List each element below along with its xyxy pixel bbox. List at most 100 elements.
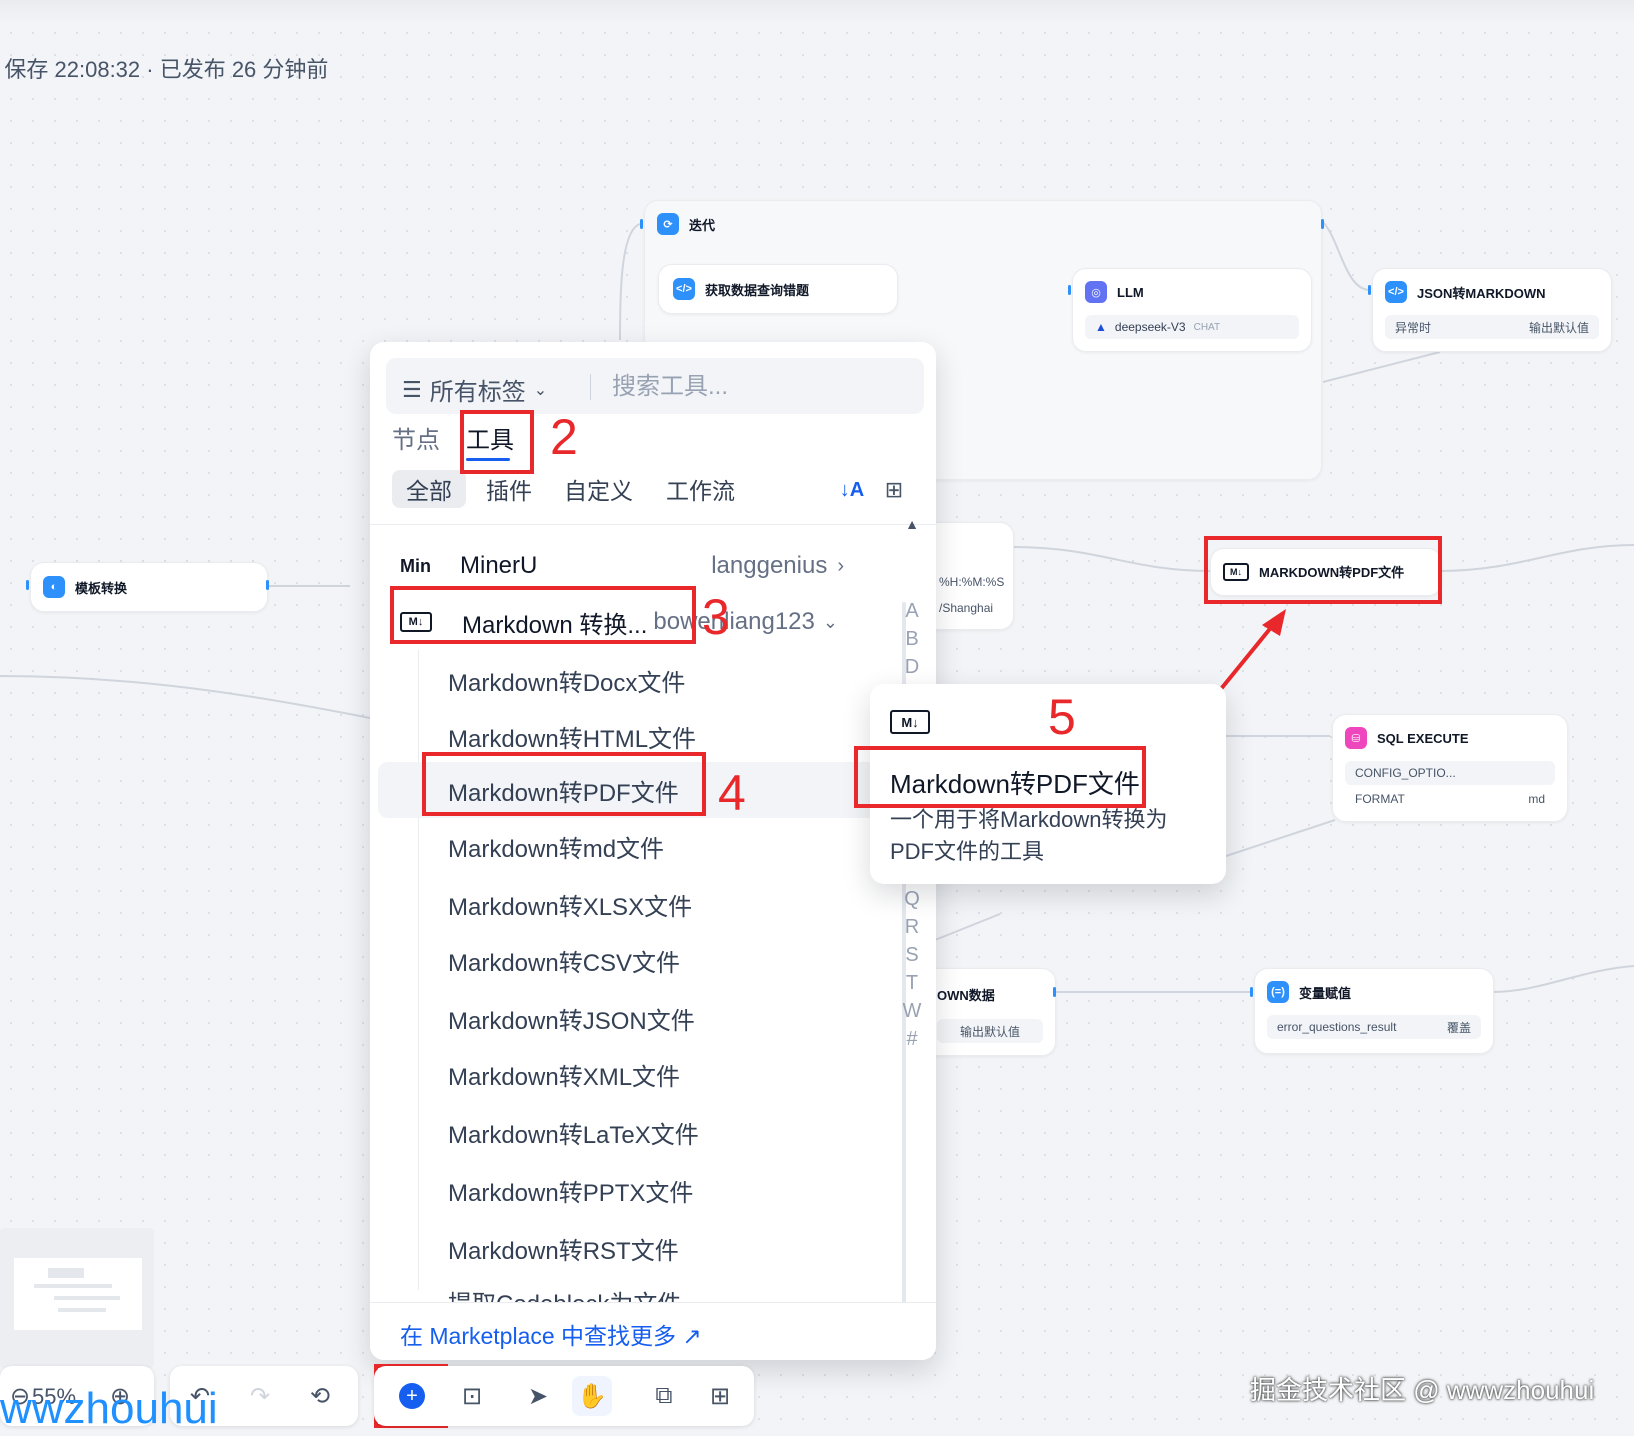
llm-node[interactable]: ◎ LLM ▲ deepseek-V3 CHAT	[1072, 268, 1312, 352]
port[interactable]	[1321, 219, 1324, 229]
sql-execute-node[interactable]: ⛁ SQL EXECUTE CONFIG_OPTIO... FORMAT md	[1332, 714, 1568, 822]
tool-item[interactable]: Markdown转md文件	[370, 818, 880, 874]
az-index-s[interactable]: S	[902, 944, 922, 967]
divider	[590, 374, 591, 400]
tool-item[interactable]: Markdown转CSV文件	[370, 932, 880, 988]
az-index-d[interactable]: D	[902, 656, 922, 679]
az-index-hash[interactable]: #	[902, 1028, 922, 1051]
minimap[interactable]	[0, 1228, 154, 1368]
port[interactable]	[1068, 285, 1071, 295]
tool-item[interactable]: Markdown转LaTeX文件	[370, 1104, 880, 1160]
annotation-box-markdown-provider	[390, 586, 696, 644]
code-icon: </>	[673, 278, 695, 300]
minimap-viewport	[14, 1258, 142, 1330]
subtab-all[interactable]: 全部	[392, 470, 466, 508]
annotation-number-2: 2	[550, 409, 578, 465]
format-pill: FORMAT md	[1345, 787, 1555, 811]
tool-item[interactable]: Markdown转Docx文件	[370, 652, 880, 708]
variable-icon: (=)	[1267, 981, 1289, 1003]
node-title: SQL EXECUTE	[1377, 730, 1469, 746]
pill-label: 输出默认值	[959, 1024, 1020, 1039]
model-pill: ▲ deepseek-V3 CHAT	[1085, 315, 1299, 339]
model-tag: CHAT	[1193, 321, 1221, 333]
port[interactable]	[640, 219, 643, 229]
redo-icon[interactable]: ↷	[240, 1376, 280, 1416]
format-label: FORMAT	[1355, 792, 1405, 806]
variable-assign-node[interactable]: (=) 变量赋值 error_questions_result 覆盖	[1254, 968, 1494, 1054]
marketplace-link[interactable]: 在 Marketplace 中查找更多 ↗	[400, 1317, 702, 1351]
annotation-box-tooltip	[854, 746, 1146, 808]
mode: 覆盖	[1446, 1020, 1471, 1035]
llm-icon: ◎	[1085, 281, 1107, 303]
subtab-workflow[interactable]: 工作流	[652, 470, 749, 508]
template-node[interactable]: ◐ 模板转换	[30, 562, 268, 612]
node-title: OWN数据	[937, 988, 995, 1003]
tag-filter[interactable]: ☰ 所有标签 ⌄	[402, 372, 547, 407]
loop-icon: ⟳	[657, 213, 679, 235]
tab-nodes[interactable]: 节点	[392, 420, 440, 455]
subtab-plugins[interactable]: 插件	[472, 470, 546, 508]
port[interactable]	[1250, 987, 1253, 997]
port[interactable]	[26, 580, 29, 590]
node-title: 迭代	[689, 217, 716, 233]
az-index-r[interactable]: R	[902, 916, 922, 939]
az-index-w[interactable]: W	[902, 1000, 922, 1023]
tool-item[interactable]: Markdown转PPTX文件	[370, 1162, 880, 1218]
tool-label: Markdown转RST文件	[448, 1237, 679, 1265]
hand-icon[interactable]: ✋	[572, 1376, 612, 1416]
search-input[interactable]	[610, 370, 914, 404]
block-selector-panel: ☰ 所有标签 ⌄ 节点 工具 全部 插件 自定义 工作流 ↓A ⊞ Min Mi…	[370, 342, 936, 1360]
annotation-box-pdf-tool	[422, 752, 706, 816]
tool-item[interactable]: Markdown转RST文件	[370, 1220, 880, 1276]
tool-label: Markdown转CSV文件	[448, 949, 681, 977]
node-title: 模板转换	[75, 580, 128, 596]
annotation-box-tools-tab	[460, 410, 534, 474]
az-index-q[interactable]: Q	[902, 888, 922, 911]
tooltip-description: 一个用于将Markdown转换为PDF文件的工具	[890, 807, 1168, 864]
port[interactable]	[1368, 285, 1371, 295]
variable-pill: error_questions_result 覆盖	[1267, 1015, 1481, 1039]
fetch-node[interactable]: </> 获取数据查询错题	[658, 264, 898, 314]
tool-label: Markdown转LaTeX文件	[448, 1121, 699, 1149]
pointer-icon[interactable]: ➤	[518, 1376, 558, 1416]
database-icon: ⛁	[1345, 727, 1367, 749]
annotation-number-3: 3	[702, 589, 730, 645]
markdown-icon: M↓	[890, 710, 930, 734]
tree-view-icon[interactable]: ⊞	[874, 470, 914, 510]
az-index-b[interactable]: B	[902, 628, 922, 651]
node-title: 变量赋值	[1299, 985, 1352, 1001]
mineru-icon: Min	[400, 555, 431, 576]
error-handling-pill: 异常时 输出默认值	[1385, 315, 1599, 339]
pill-value: 输出默认值	[1528, 320, 1589, 335]
tool-label: Markdown转JSON文件	[448, 1007, 695, 1035]
port[interactable]	[1053, 987, 1056, 997]
annotation-number-5: 5	[1048, 689, 1076, 745]
tool-item[interactable]: Markdown转JSON文件	[370, 990, 880, 1046]
organize-layout-icon[interactable]: ⊞	[700, 1376, 740, 1416]
model-name: deepseek-V3	[1114, 320, 1186, 334]
tool-item[interactable]: Markdown转XLSX文件	[370, 876, 880, 932]
tool-label: Markdown转md文件	[448, 835, 665, 863]
port[interactable]	[266, 580, 269, 590]
history-icon[interactable]: ⟲	[300, 1376, 340, 1416]
export-image-icon[interactable]: ⧉	[644, 1376, 684, 1416]
provider-author: langgenius	[711, 552, 828, 579]
az-index-t[interactable]: T	[902, 972, 922, 995]
annotation-box-pdf-node	[1204, 536, 1442, 604]
editor-toolbar: + ⊡ ➤ ✋ ⧉ ⊞	[374, 1366, 754, 1426]
divider	[370, 524, 936, 525]
scroll-up-icon[interactable]: ▲	[902, 516, 922, 532]
az-index-a[interactable]: A	[902, 600, 922, 623]
template-icon: ◐	[43, 576, 65, 598]
add-note-icon[interactable]: ⊡	[452, 1376, 492, 1416]
tool-label: Markdown转XLSX文件	[448, 893, 693, 921]
subtab-custom[interactable]: 自定义	[550, 470, 647, 508]
tool-item[interactable]: Markdown转XML文件	[370, 1046, 880, 1102]
json-markdown-node[interactable]: </> JSON转MARKDOWN 异常时 输出默认值	[1372, 268, 1612, 352]
tool-label: Markdown转XML文件	[448, 1063, 681, 1091]
plus-circle-icon: +	[399, 1383, 425, 1409]
sort-az-icon[interactable]: ↓A	[832, 470, 872, 510]
add-block-button[interactable]: +	[392, 1376, 432, 1416]
filter-label: 所有标签	[429, 379, 526, 406]
deepseek-icon: ▲	[1095, 320, 1107, 334]
